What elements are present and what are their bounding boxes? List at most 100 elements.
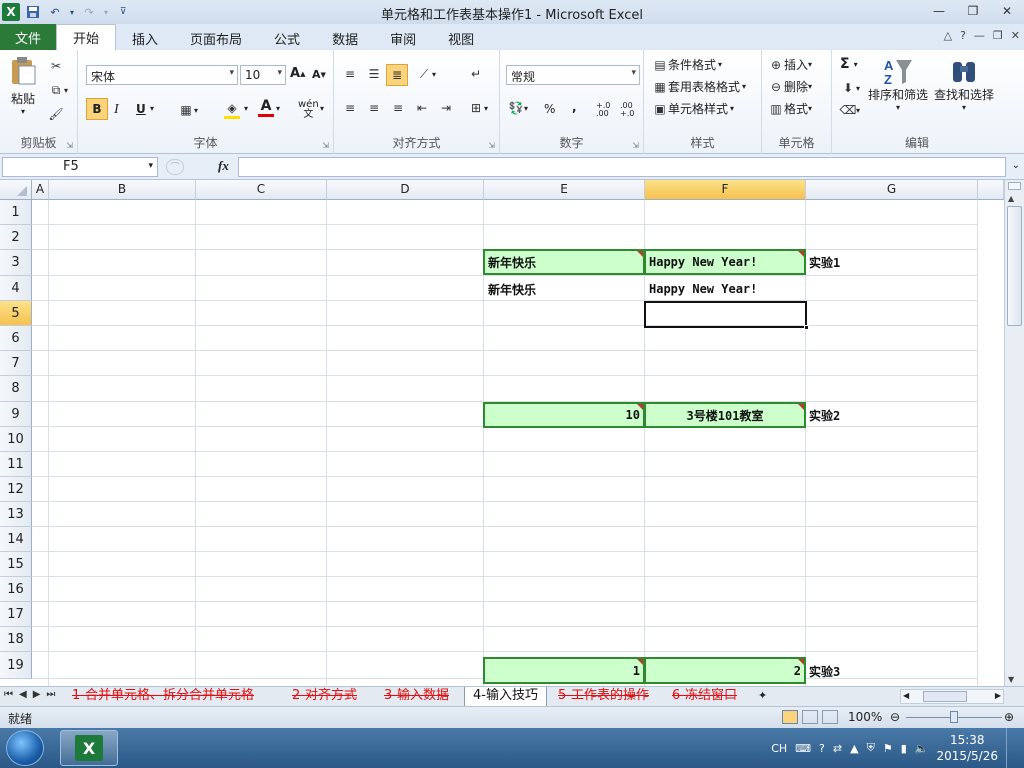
help-tray-icon[interactable]: ? — [819, 742, 825, 755]
column-header-g[interactable]: G — [806, 180, 978, 200]
format-as-table-button[interactable]: ▦ 套用表格格式 ▾ — [652, 78, 746, 95]
align-top-icon[interactable]: ≡ — [342, 66, 358, 82]
font-size-combo[interactable]: 10 ▾ — [240, 65, 286, 85]
vertical-scroll-thumb[interactable] — [1007, 206, 1022, 326]
wrap-text-icon[interactable]: ↵ — [468, 66, 484, 82]
action-center-icon[interactable]: ⚑ — [883, 742, 893, 755]
underline-button[interactable]: U — [136, 102, 146, 116]
prev-sheet-icon[interactable]: ◀ — [19, 689, 27, 700]
redo-dropdown-icon[interactable]: ▾ — [102, 3, 110, 21]
row-header-19[interactable]: 19 — [0, 652, 32, 679]
tab-file[interactable]: 文件 — [0, 24, 56, 50]
phonetic-guide-icon[interactable]: wén 文 — [298, 100, 319, 120]
cell-f3[interactable]: Happy New Year! — [644, 249, 806, 275]
split-box[interactable] — [1008, 182, 1021, 190]
cell-g9[interactable]: 实验2 — [806, 403, 843, 427]
merge-center-icon[interactable]: ⊞ ▾ — [468, 100, 488, 116]
row-header-15[interactable]: 15 — [0, 552, 32, 577]
align-bottom-icon[interactable]: ≣ — [386, 64, 408, 86]
insert-sheet-icon[interactable]: ✦ — [758, 689, 767, 702]
clear-icon[interactable]: ⌫ ▾ — [840, 102, 861, 118]
tab-insert[interactable]: 插入 — [116, 26, 174, 50]
align-middle-icon[interactable]: ☰ — [366, 66, 382, 82]
formula-input[interactable] — [238, 157, 1006, 177]
cell-e4[interactable]: 新年快乐 — [485, 277, 539, 301]
language-indicator[interactable]: CH — [771, 742, 787, 755]
phonetic-dropdown-icon[interactable]: ▾ — [320, 104, 324, 113]
tab-home[interactable]: 开始 — [56, 24, 117, 50]
decrease-decimal-button[interactable]: .00 +.0 — [620, 102, 640, 118]
row-header-4[interactable]: 4 — [0, 276, 32, 301]
scroll-right-icon[interactable]: ▶ — [995, 691, 1001, 700]
column-header-c[interactable]: C — [196, 180, 327, 200]
worksheet-grid[interactable]: A B C D E F G 1 2 3 4 5 6 7 8 9 10 11 12 13 14 15 16 17 1… — [0, 180, 1024, 686]
close-button[interactable]: ✕ — [990, 0, 1024, 22]
save-icon[interactable] — [24, 3, 42, 21]
undo-icon[interactable]: ↶ — [46, 3, 64, 21]
first-sheet-icon[interactable]: ⏮ — [4, 689, 13, 700]
sort-filter-button[interactable]: AZ 排序和筛选 ▾ — [868, 56, 928, 112]
sheet-tab-1[interactable]: 1-合并单元格、拆分合并单元格 — [64, 687, 262, 706]
page-layout-view-icon[interactable] — [802, 710, 818, 724]
select-all-corner[interactable] — [0, 180, 32, 200]
row-header-13[interactable]: 13 — [0, 502, 32, 527]
customize-qat-icon[interactable]: ⊽ — [114, 3, 132, 21]
find-select-button[interactable]: 查找和选择 ▾ — [934, 56, 994, 112]
row-header-9[interactable]: 9 — [0, 402, 32, 427]
tab-page-layout[interactable]: 页面布局 — [174, 26, 258, 50]
cell-styles-button[interactable]: ▣ 单元格样式 ▾ — [652, 100, 734, 117]
delete-cells-button[interactable]: ⊖ 删除 ▾ — [768, 78, 812, 95]
copy-icon[interactable]: ⧉ ▾ — [48, 82, 68, 98]
font-name-combo[interactable]: 宋体 ▾ — [86, 65, 238, 85]
row-header-3[interactable]: 3 — [0, 250, 32, 276]
row-header-6[interactable]: 6 — [0, 326, 32, 351]
excel-icon[interactable]: X — [2, 3, 20, 21]
zoom-slider-thumb[interactable] — [950, 711, 958, 723]
redo-icon[interactable]: ↷ — [80, 3, 98, 21]
column-header-d[interactable]: D — [327, 180, 484, 200]
doc-minimize-icon[interactable]: — — [974, 29, 985, 42]
font-launcher-icon[interactable]: ⇲ — [322, 141, 329, 150]
decrease-indent-icon[interactable]: ⇤ — [414, 100, 430, 116]
insert-function-button[interactable]: fx — [218, 158, 229, 174]
help-icon[interactable]: ? — [960, 29, 966, 42]
row-header-12[interactable]: 12 — [0, 477, 32, 502]
italic-button[interactable]: I — [114, 102, 119, 118]
network-icon[interactable]: ▮ — [901, 742, 907, 755]
row-header-1[interactable]: 1 — [0, 200, 32, 225]
last-sheet-icon[interactable]: ⏭ — [46, 689, 55, 700]
volume-icon[interactable]: 🔈 — [915, 742, 929, 755]
column-header-e[interactable]: E — [484, 180, 645, 200]
cell-e9[interactable]: 10 — [483, 402, 645, 428]
conditional-format-button[interactable]: ▤ 条件格式 ▾ — [652, 56, 722, 73]
cell-g19[interactable]: 实验3 — [806, 659, 843, 683]
restore-button[interactable]: ❐ — [956, 0, 990, 22]
zoom-in-icon[interactable]: ⊕ — [1004, 710, 1014, 724]
accounting-format-icon[interactable]: 💱 ▾ — [508, 100, 529, 116]
scroll-down-icon[interactable]: ▼ — [1008, 675, 1014, 684]
underline-dropdown-icon[interactable]: ▾ — [150, 104, 154, 113]
name-box[interactable]: F5 ▾ — [2, 157, 158, 177]
format-painter-icon[interactable]: 🖌 — [48, 106, 64, 122]
bold-button[interactable]: B — [86, 98, 108, 120]
sheet-tab-5[interactable]: 5-工作表的操作 — [550, 687, 657, 706]
row-header-5[interactable]: 5 — [0, 301, 32, 326]
font-color-icon[interactable]: A — [258, 98, 274, 117]
scroll-up-icon[interactable]: ▲ — [1008, 194, 1014, 203]
row-header-14[interactable]: 14 — [0, 527, 32, 552]
formula-bar-collapse-icon[interactable]: ⌄ — [1012, 160, 1020, 171]
row-header-2[interactable]: 2 — [0, 225, 32, 250]
horizontal-scroll-thumb[interactable] — [923, 691, 967, 702]
fill-handle[interactable] — [804, 325, 809, 330]
formula-expand-icon[interactable]: ⌒ — [166, 159, 184, 175]
zoom-level[interactable]: 100% — [848, 710, 882, 724]
row-header-10[interactable]: 10 — [0, 427, 32, 452]
column-header-h[interactable] — [978, 180, 1004, 200]
show-hidden-icons[interactable]: ▲ — [850, 742, 858, 755]
ime-options-icon[interactable]: ⇄ — [833, 742, 842, 755]
sheet-tab-3[interactable]: 3-输入数据 — [376, 687, 457, 706]
sheet-tab-6[interactable]: 6-冻结窗口 — [664, 687, 745, 706]
increase-indent-icon[interactable]: ⇥ — [438, 100, 454, 116]
horizontal-scrollbar[interactable]: ◀ ▶ — [900, 689, 1004, 704]
active-cell-f5[interactable] — [644, 301, 809, 330]
